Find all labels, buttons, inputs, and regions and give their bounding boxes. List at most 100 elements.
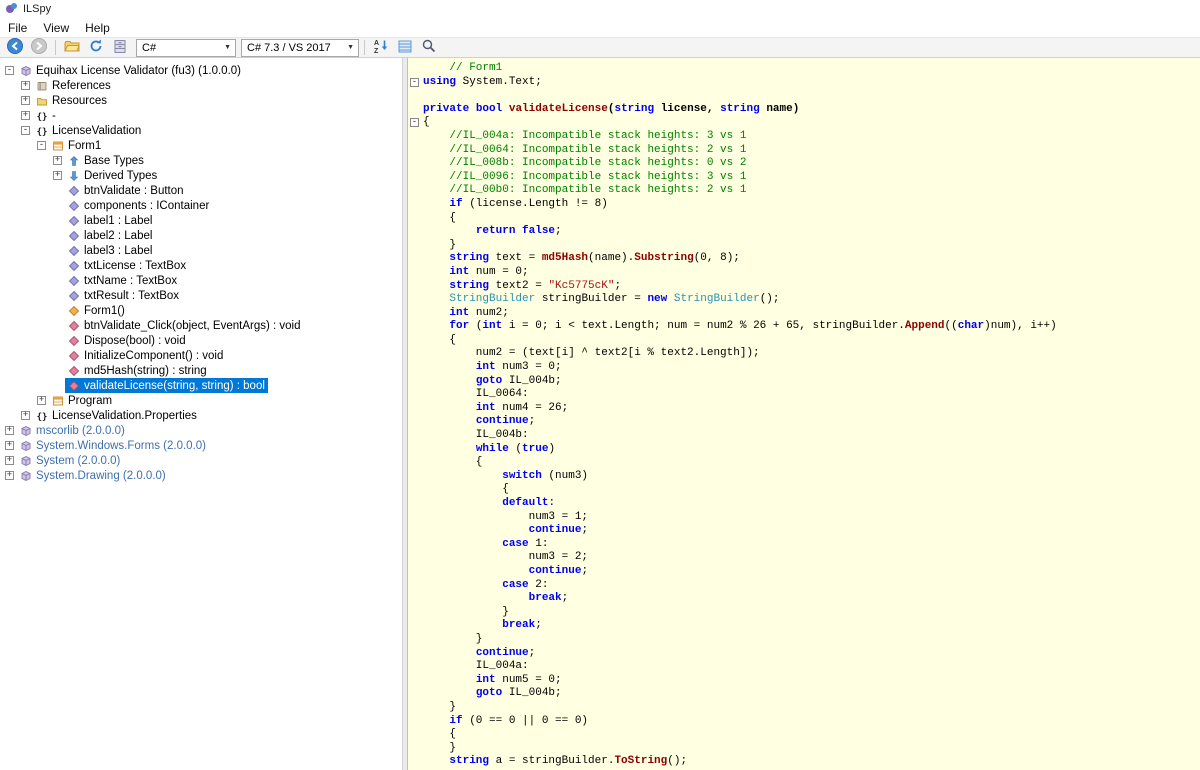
expand-expander-icon[interactable]: + [5, 456, 14, 465]
code-token: (0 == 0 || 0 == 0) [463, 715, 588, 727]
code-symbol-link[interactable]: Append [905, 320, 945, 332]
tree-item-label: InitializeComponent() : void [84, 350, 223, 362]
tree-item-content: Form1() [65, 303, 128, 318]
tree-item[interactable]: +btnValidate_Click(object, EventArgs) : … [0, 318, 402, 333]
fold-gutter [408, 375, 423, 389]
code-token: string [614, 103, 654, 115]
fold-gutter [408, 171, 423, 185]
tree-item[interactable]: -{}LicenseValidation [0, 123, 402, 138]
code-token [423, 130, 449, 142]
expand-expander-icon[interactable]: + [5, 426, 14, 435]
decompilation-options-button[interactable] [394, 38, 416, 57]
code-token [423, 647, 476, 659]
tree-item[interactable]: +References [0, 78, 402, 93]
code-token [423, 225, 476, 237]
expand-expander-icon[interactable]: + [21, 96, 30, 105]
expand-expander-icon[interactable]: + [21, 111, 30, 120]
fold-gutter [408, 320, 423, 334]
menu-help[interactable]: Help [77, 19, 118, 37]
tree-item[interactable]: +components : IContainer [0, 198, 402, 213]
code-symbol-link[interactable]: Substring [634, 252, 693, 264]
collapse-expander-icon[interactable]: - [37, 141, 46, 150]
code-symbol-link[interactable]: StringBuilder [674, 293, 760, 305]
tree-item[interactable]: -Form1 [0, 138, 402, 153]
ilspy-window: ILSpy File View Help C# ▼ C# 7.3 / VS 20… [0, 0, 1200, 770]
svg-text:{}: {} [37, 127, 48, 137]
tree-item[interactable]: + System.Drawing (2.0.0.0) [0, 468, 402, 483]
code-token: } [423, 239, 456, 251]
code-token [423, 184, 449, 196]
code-token [423, 579, 502, 591]
code-view[interactable]: // Form1-using System.Text;private bool … [408, 58, 1200, 770]
open-from-gac-button[interactable] [109, 38, 131, 57]
tree-item[interactable]: +txtResult : TextBox [0, 288, 402, 303]
tree-item[interactable]: +System.Windows.Forms (2.0.0.0) [0, 438, 402, 453]
expand-expander-icon[interactable]: + [5, 441, 14, 450]
tree-item-label: System.Drawing (2.0.0.0) [36, 470, 166, 482]
menu-view[interactable]: View [35, 19, 77, 37]
language-select[interactable]: C# ▼ [136, 39, 236, 57]
collapse-expander-icon[interactable]: - [21, 126, 30, 135]
code-symbol-link[interactable]: ToString [614, 755, 667, 767]
navigate-back-button[interactable] [4, 38, 26, 57]
code-symbol-link[interactable]: validateLicense [509, 103, 608, 115]
tree-item[interactable]: - Equihax License Validator (fu3) (1.0.0.… [0, 63, 402, 78]
code-token: text = [489, 252, 542, 264]
code-line: //IL_00b0: Incompatible stack heights: 2… [408, 184, 1200, 198]
expand-expander-icon[interactable]: + [21, 81, 30, 90]
tree-item-content: Form1 [49, 138, 104, 153]
tree-item[interactable]: +Form1() [0, 303, 402, 318]
tree-item[interactable]: +System (2.0.0.0) [0, 453, 402, 468]
tree-item[interactable]: +Dispose(bool) : void [0, 333, 402, 348]
code-token: ( [469, 320, 482, 332]
expand-expander-icon[interactable]: + [21, 411, 30, 420]
tree-item[interactable]: +txtLicense : TextBox [0, 258, 402, 273]
open-file-button[interactable] [61, 38, 83, 57]
fold-collapse-icon[interactable]: - [408, 116, 423, 130]
tree-item[interactable]: +label3 : Label [0, 243, 402, 258]
options-panel-icon [397, 39, 413, 57]
code-token: ; [529, 415, 536, 427]
expand-expander-icon[interactable]: + [53, 156, 62, 165]
code-token: false [522, 225, 555, 237]
tree-item[interactable]: +{}- [0, 108, 402, 123]
tree-item[interactable]: +InitializeComponent() : void [0, 348, 402, 363]
fold-gutter [408, 198, 423, 212]
tree-item[interactable]: +txtName : TextBox [0, 273, 402, 288]
expand-expander-icon[interactable]: + [53, 171, 62, 180]
code-line: default: [408, 497, 1200, 511]
menu-file[interactable]: File [0, 19, 35, 37]
expand-expander-icon[interactable]: + [5, 471, 14, 480]
assembly-tree[interactable]: - Equihax License Validator (fu3) (1.0.0.… [0, 58, 402, 770]
fold-gutter [408, 225, 423, 239]
collapse-expander-icon[interactable]: - [5, 66, 14, 75]
tree-item[interactable]: +Base Types [0, 153, 402, 168]
tree-item[interactable]: +{}LicenseValidation.Properties [0, 408, 402, 423]
tree-item[interactable]: +Program [0, 393, 402, 408]
code-symbol-link[interactable]: StringBuilder [449, 293, 535, 305]
language-version-select[interactable]: C# 7.3 / VS 2017 ▼ [241, 39, 359, 57]
code-token [502, 103, 509, 115]
fold-collapse-icon[interactable]: - [408, 76, 423, 90]
tree-item[interactable]: +Resources [0, 93, 402, 108]
sort-assemblies-button[interactable]: AZ [370, 38, 392, 57]
reload-assemblies-button[interactable] [85, 38, 107, 57]
tree-item[interactable]: +Derived Types [0, 168, 402, 183]
code-line: -{ [408, 116, 1200, 130]
tree-item[interactable]: +label1 : Label [0, 213, 402, 228]
search-button[interactable] [418, 38, 440, 57]
tree-item[interactable]: +md5Hash(string) : string [0, 363, 402, 378]
code-token [423, 320, 449, 332]
tree-item-label: Equihax License Validator (fu3) (1.0.0.0… [36, 65, 241, 77]
code-symbol-link[interactable]: md5Hash [542, 252, 588, 264]
code-token: 1: [529, 538, 549, 550]
navigate-forward-button[interactable] [28, 38, 50, 57]
code-token [423, 402, 476, 414]
expand-expander-icon[interactable]: + [37, 396, 46, 405]
code-token [423, 443, 476, 455]
tree-item[interactable]: +validateLicense(string, string) : bool [0, 378, 402, 393]
fold-gutter [408, 579, 423, 593]
tree-item[interactable]: +btnValidate : Button [0, 183, 402, 198]
tree-item[interactable]: +label2 : Label [0, 228, 402, 243]
tree-item[interactable]: +mscorlib (2.0.0.0) [0, 423, 402, 438]
